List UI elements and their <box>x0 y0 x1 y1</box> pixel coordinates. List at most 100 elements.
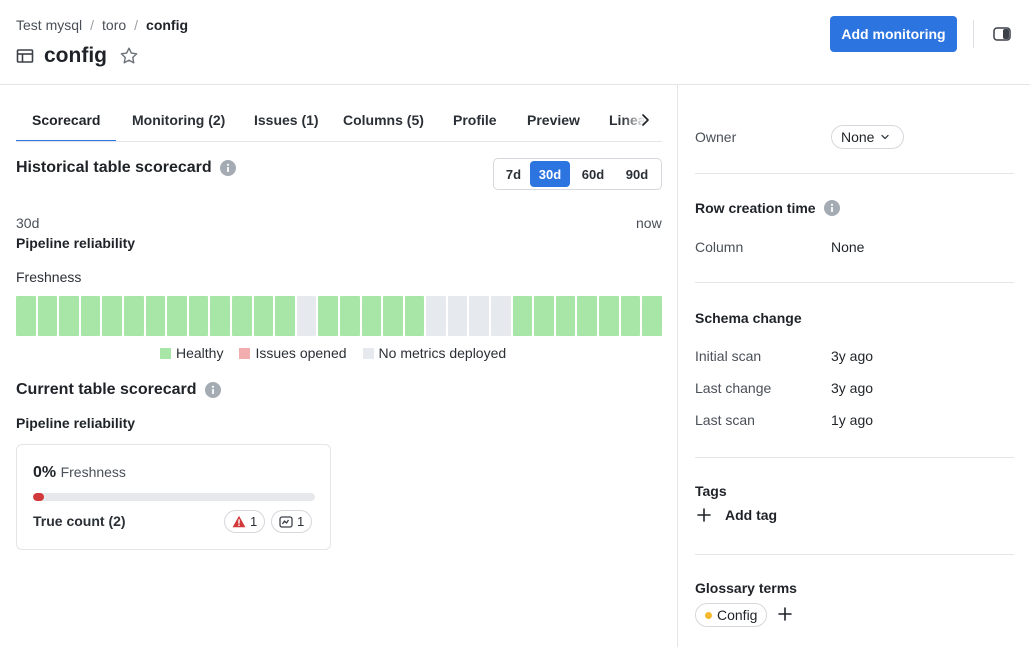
info-icon[interactable] <box>204 382 221 398</box>
status-legend: Healthy Issues opened No metrics deploye… <box>160 345 522 361</box>
freshness-day-bar[interactable] <box>296 296 317 336</box>
tab-columns[interactable]: Columns (5) <box>343 98 424 141</box>
range-60d-button[interactable]: 60d <box>570 161 616 187</box>
freshness-progress-bar <box>33 493 315 501</box>
info-icon[interactable] <box>219 160 236 176</box>
page-header: Test mysql / toro / config config Add mo… <box>0 0 1030 85</box>
freshness-day-bar[interactable] <box>231 296 252 336</box>
freshness-day-bar[interactable] <box>318 296 338 336</box>
monitor-icon <box>279 515 293 528</box>
last-change-value: 3y ago <box>831 380 874 396</box>
add-monitoring-button[interactable]: Add monitoring <box>830 16 957 52</box>
range-end-label: now <box>636 215 662 231</box>
freshness-day-bar[interactable] <box>80 296 101 336</box>
freshness-history-bars <box>16 296 662 336</box>
last-scan-value: 1y ago <box>831 412 874 428</box>
glossary-term-label: Config <box>717 607 758 623</box>
section-divider <box>695 457 1014 458</box>
freshness-day-bar[interactable] <box>642 296 662 336</box>
freshness-day-bar[interactable] <box>145 296 166 336</box>
freshness-score: 0% Freshness <box>33 464 126 482</box>
freshness-day-bar[interactable] <box>210 296 230 336</box>
freshness-day-bar[interactable] <box>469 296 490 336</box>
breadcrumb-item-datasource[interactable]: Test mysql <box>16 17 82 33</box>
freshness-day-bar[interactable] <box>253 296 274 336</box>
freshness-day-bar[interactable] <box>620 296 641 336</box>
range-30d-button[interactable]: 30d <box>530 161 570 187</box>
freshness-day-bar[interactable] <box>188 296 209 336</box>
page-title: config <box>44 44 107 67</box>
chevron-down-icon <box>881 134 890 140</box>
breadcrumb: Test mysql / toro / config <box>16 17 188 33</box>
glossary-terms-title: Glossary terms <box>695 580 797 596</box>
true-count-label: True count (2) <box>33 513 126 529</box>
breadcrumb-separator: / <box>90 17 95 33</box>
freshness-day-bar[interactable] <box>534 296 554 336</box>
freshness-day-bar[interactable] <box>37 296 58 336</box>
legend-item-issues: Issues opened <box>239 345 347 361</box>
freshness-day-bar[interactable] <box>102 296 122 336</box>
freshness-day-bar[interactable] <box>123 296 144 336</box>
freshness-day-bar[interactable] <box>59 296 79 336</box>
schema-change-title: Schema change <box>695 310 802 326</box>
freshness-day-bar[interactable] <box>426 296 446 336</box>
legend-swatch-issues <box>239 347 251 359</box>
owner-value: None <box>841 129 875 145</box>
monitor-count-pill[interactable]: 1 <box>271 510 313 533</box>
breadcrumb-item-schema[interactable]: toro <box>102 17 126 33</box>
tab-bar: Scorecard Monitoring (2) Issues (1) Colu… <box>16 98 662 142</box>
breadcrumb-item-table: config <box>146 17 189 33</box>
freshness-day-bar[interactable] <box>555 296 576 336</box>
freshness-day-bar[interactable] <box>16 296 36 336</box>
historical-subtitle: Pipeline reliability <box>16 235 136 251</box>
owner-label: Owner <box>695 129 737 145</box>
panel-toggle-icon[interactable] <box>993 27 1011 41</box>
legend-label-healthy: Healthy <box>176 345 224 361</box>
range-start-label: 30d <box>16 215 40 231</box>
tab-scorecard[interactable]: Scorecard <box>16 98 118 141</box>
add-tag-button[interactable]: Add tag <box>697 507 777 523</box>
initial-scan-label: Initial scan <box>695 348 762 364</box>
current-scorecard-heading: Current table scorecard <box>16 381 221 399</box>
freshness-day-bar[interactable] <box>383 296 403 336</box>
legend-item-healthy: Healthy <box>160 345 223 361</box>
section-divider <box>695 173 1014 174</box>
glossary-term-dot <box>705 611 712 619</box>
range-90d-button[interactable]: 90d <box>616 161 658 187</box>
row-creation-heading: Row creation time <box>695 200 840 216</box>
tab-preview[interactable]: Preview <box>527 98 580 141</box>
range-7d-button[interactable]: 7d <box>497 161 530 187</box>
freshness-day-bar[interactable] <box>275 296 295 336</box>
table-icon <box>16 49 34 63</box>
freshness-day-bar[interactable] <box>447 296 468 336</box>
tab-monitoring[interactable]: Monitoring (2) <box>132 98 225 141</box>
freshness-day-bar[interactable] <box>577 296 598 336</box>
freshness-day-bar[interactable] <box>599 296 619 336</box>
legend-swatch-none <box>362 347 374 359</box>
freshness-day-bar[interactable] <box>339 296 360 336</box>
last-scan-label: Last scan <box>695 412 755 428</box>
last-change-label: Last change <box>695 380 772 396</box>
freshness-day-bar[interactable] <box>361 296 382 336</box>
warning-icon <box>232 515 246 528</box>
freshness-metric-label: Freshness <box>60 464 126 480</box>
alert-count-pill[interactable]: 1 <box>224 510 266 533</box>
add-glossary-term-icon[interactable] <box>777 606 793 622</box>
plus-icon <box>697 508 711 522</box>
freshness-card[interactable]: 0% Freshness True count (2) 1 1 <box>16 444 331 550</box>
monitor-count: 1 <box>297 514 305 529</box>
glossary-term-chip[interactable]: Config <box>695 603 768 627</box>
info-icon[interactable] <box>823 200 840 216</box>
details-sidebar: Owner None Row creation time Column None… <box>679 85 1030 647</box>
chevron-right-icon[interactable] <box>637 112 653 128</box>
freshness-day-bar[interactable] <box>404 296 425 336</box>
freshness-day-bar[interactable] <box>512 296 533 336</box>
tab-profile[interactable]: Profile <box>453 98 497 141</box>
time-range-selector: 7d 30d 60d 90d <box>493 158 662 190</box>
freshness-day-bar[interactable] <box>167 296 187 336</box>
owner-select[interactable]: None <box>831 125 904 149</box>
freshness-day-bar[interactable] <box>491 296 511 336</box>
section-divider <box>695 282 1014 283</box>
favorite-star-icon[interactable] <box>119 46 139 66</box>
tab-issues[interactable]: Issues (1) <box>254 98 319 141</box>
